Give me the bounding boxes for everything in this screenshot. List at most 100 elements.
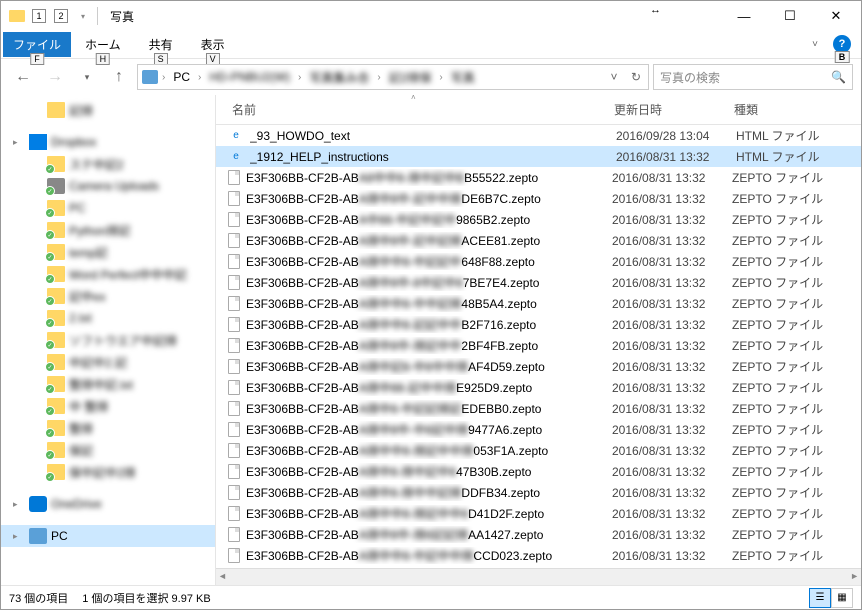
folder-icon[interactable]	[7, 6, 27, 26]
tree-item[interactable]: ✓保中記中2排	[1, 461, 215, 483]
file-row[interactable]: E3F306BB-CF2B-ABA排中中8-排記中中排053F1A.zepto2…	[216, 440, 861, 461]
recent-dropdown[interactable]: ▾	[73, 63, 101, 91]
tree-item[interactable]: ✓ソフトウエア中記排	[1, 329, 215, 351]
help-button[interactable]: ?B	[833, 35, 851, 53]
folder-icon: ✓	[47, 222, 65, 238]
navigation-tree[interactable]: 記排 ▸Dropbox✓ステ中記2✓Camera Uploads✓PC✓Pytho…	[1, 95, 216, 585]
file-row[interactable]: E3F306BB-CF2B-ABA排中中8-中記中中排CCD023.zepto2…	[216, 545, 861, 566]
file-row[interactable]: E3F306BB-CF2B-ABA8中中8-排中記中BB55522.zepto2…	[216, 167, 861, 188]
file-row[interactable]: E3F306BB-CF2B-ABA排中中8-排記中中8D41D2F.zepto2…	[216, 503, 861, 524]
horizontal-scrollbar[interactable]	[216, 568, 861, 585]
camera-icon: ✓	[47, 178, 65, 194]
file-row[interactable]: e_93_HOWDO_text2016/09/28 13:04HTML ファイル	[216, 125, 861, 146]
column-name[interactable]: 名前˄	[216, 101, 606, 118]
file-row[interactable]: E3F306BB-CF2B-ABA排中8-排中記中847B30B.zepto20…	[216, 461, 861, 482]
back-button[interactable]: ←	[9, 63, 37, 91]
search-input[interactable]: 写真の検索 🔍	[653, 64, 853, 90]
breadcrumb-item[interactable]: 写真	[445, 67, 481, 88]
ribbon-expand-button[interactable]: ˅	[805, 35, 825, 55]
column-type[interactable]: 種類	[726, 101, 836, 118]
file-row[interactable]: E3F306BB-CF2B-ABA排中中8-記記中中B2F716.zepto20…	[216, 314, 861, 335]
file-row[interactable]: E3F306BB-CF2B-ABA排中8-排中中記排DDFB34.zepto20…	[216, 482, 861, 503]
breadcrumb-item[interactable]: PC	[167, 68, 196, 86]
file-tab[interactable]: ファイル F	[3, 32, 71, 57]
tree-item[interactable]: ✓Word Perfect中中中記	[1, 263, 215, 285]
breadcrumb-item[interactable]: HD-PNBU2(W)	[203, 68, 296, 86]
tree-item[interactable]: ✓中記中2.記	[1, 351, 215, 373]
details-view-button[interactable]: ☰	[809, 588, 831, 608]
folder-icon: ✓	[47, 442, 65, 458]
chevron-icon[interactable]: ▸	[13, 531, 25, 542]
chevron-right-icon[interactable]: ›	[162, 72, 165, 83]
column-date[interactable]: 更新日時	[606, 101, 726, 118]
tree-item[interactable]: ▸OneDrive	[1, 493, 215, 515]
chevron-icon[interactable]: ▸	[13, 499, 25, 510]
ribbon-tab[interactable]: 表示V	[187, 32, 239, 57]
file-row[interactable]: E3F306BB-CF2B-ABA排中8中-排記中中2BF4FB.zepto20…	[216, 335, 861, 356]
chevron-icon[interactable]: ▸	[13, 137, 25, 148]
file-row[interactable]: E3F306BB-CF2B-ABA排中8中-記中中排DE6B7C.zepto20…	[216, 188, 861, 209]
tree-item[interactable]: ✓保記	[1, 439, 215, 461]
breadcrumb-item[interactable]: 写真集み合	[303, 67, 375, 88]
chevron-right-icon[interactable]: ›	[198, 72, 201, 83]
tree-item[interactable]: ✓中 整排	[1, 395, 215, 417]
file-type: ZEPTO ファイル	[724, 337, 834, 354]
breadcrumb-item[interactable]: 記2排保	[383, 67, 438, 88]
tree-item[interactable]: ✓Camera Uploads	[1, 175, 215, 197]
file-row[interactable]: E3F306BB-CF2B-ABA排中88-記中中排E925D9.zepto20…	[216, 377, 861, 398]
file-row[interactable]: E3F306BB-CF2B-ABA排中8中-中8記中排9477A6.zepto2…	[216, 419, 861, 440]
file-row[interactable]: E3F306BB-CF2B-ABA排中8-中記記排記EDEBB0.zepto20…	[216, 398, 861, 419]
file-name: E3F306BB-CF2B-ABA排中中8-排記中中排053F1A.zepto	[246, 442, 604, 459]
file-name: E3F306BB-CF2B-ABA排中記8-中8中中排AF4D59.zepto	[246, 358, 604, 375]
chevron-right-icon[interactable]: ›	[298, 72, 301, 83]
qat-button-2[interactable]: 2	[51, 6, 71, 26]
file-row[interactable]: E3F306BB-CF2B-ABA排中記8-中8中中排AF4D59.zepto2…	[216, 356, 861, 377]
file-name: E3F306BB-CF2B-ABA排中中8-記記中中B2F716.zepto	[246, 316, 604, 333]
file-row[interactable]: E3F306BB-CF2B-ABA中88-中記中記中9865B2.zepto20…	[216, 209, 861, 230]
file-icon	[228, 548, 240, 563]
chevron-right-icon[interactable]: ›	[377, 72, 380, 83]
chevron-right-icon[interactable]: ›	[439, 72, 442, 83]
html-file-icon: e	[228, 128, 244, 144]
tree-item[interactable]: ✓PC	[1, 197, 215, 219]
tree-item[interactable]: ✓整排中記.txt	[1, 373, 215, 395]
ribbon-tab[interactable]: ホームH	[71, 32, 135, 57]
search-icon: 🔍	[831, 70, 846, 84]
tree-item[interactable]: ✓2.txt	[1, 307, 215, 329]
tree-item[interactable]: ✓Python排記	[1, 219, 215, 241]
column-headers: 名前˄ 更新日時 種類	[216, 95, 861, 125]
ribbon-tab[interactable]: 共有S	[135, 32, 187, 57]
maximize-button[interactable]: ☐	[767, 1, 813, 31]
qat-button-1[interactable]: 1	[29, 6, 49, 26]
file-row[interactable]: E3F306BB-CF2B-ABA排中中8-中記記中648F88.zepto20…	[216, 251, 861, 272]
tree-item[interactable]: ✓記中ex	[1, 285, 215, 307]
tree-item[interactable]: ▸Dropbox	[1, 131, 215, 153]
file-row[interactable]: E3F306BB-CF2B-ABA排中8中-排8記記排AA1427.zepto2…	[216, 524, 861, 545]
file-type: ZEPTO ファイル	[724, 379, 834, 396]
tree-item[interactable]: 記排	[1, 99, 215, 121]
close-button[interactable]: ✕	[813, 1, 859, 31]
breadcrumb[interactable]: › PC › HD-PNBU2(W) › 写真集み合 › 記2排保 › 写真 ˅…	[137, 64, 649, 90]
forward-button[interactable]: →	[41, 63, 69, 91]
file-row[interactable]: E3F306BB-CF2B-ABA排中中8-中中記排48B5A4.zepto20…	[216, 293, 861, 314]
file-icon	[228, 485, 240, 500]
file-icon	[228, 296, 240, 311]
file-row[interactable]: e_1912_HELP_instructions2016/08/31 13:32…	[216, 146, 861, 167]
file-name: E3F306BB-CF2B-ABA排中8中-記中中排DE6B7C.zepto	[246, 190, 604, 207]
file-row[interactable]: E3F306BB-CF2B-ABA排中8中-記中記排ACEE81.zepto20…	[216, 230, 861, 251]
up-button[interactable]: ↑	[105, 63, 133, 91]
tree-item[interactable]: ▸PC	[1, 525, 215, 547]
refresh-button[interactable]: ↻	[626, 67, 646, 87]
thumbnails-view-button[interactable]: ▦	[831, 588, 853, 608]
minimize-button[interactable]: —	[721, 1, 767, 31]
breadcrumb-dropdown[interactable]: ˅	[604, 67, 624, 87]
tree-item[interactable]: ✓整排	[1, 417, 215, 439]
folder-icon: ✓	[47, 244, 65, 260]
tree-item[interactable]: ✓temp記	[1, 241, 215, 263]
file-row[interactable]: E3F306BB-CF2B-ABA排中8中-8中記中87BE7E4.zepto2…	[216, 272, 861, 293]
tree-item[interactable]: ✓ステ中記2	[1, 153, 215, 175]
qat-dropdown[interactable]: ▾	[73, 6, 93, 26]
folder-icon: ✓	[47, 266, 65, 282]
file-name: E3F306BB-CF2B-ABA排中中8-中中記排48B5A4.zepto	[246, 295, 604, 312]
file-rows[interactable]: e_93_HOWDO_text2016/09/28 13:04HTML ファイル…	[216, 125, 861, 568]
